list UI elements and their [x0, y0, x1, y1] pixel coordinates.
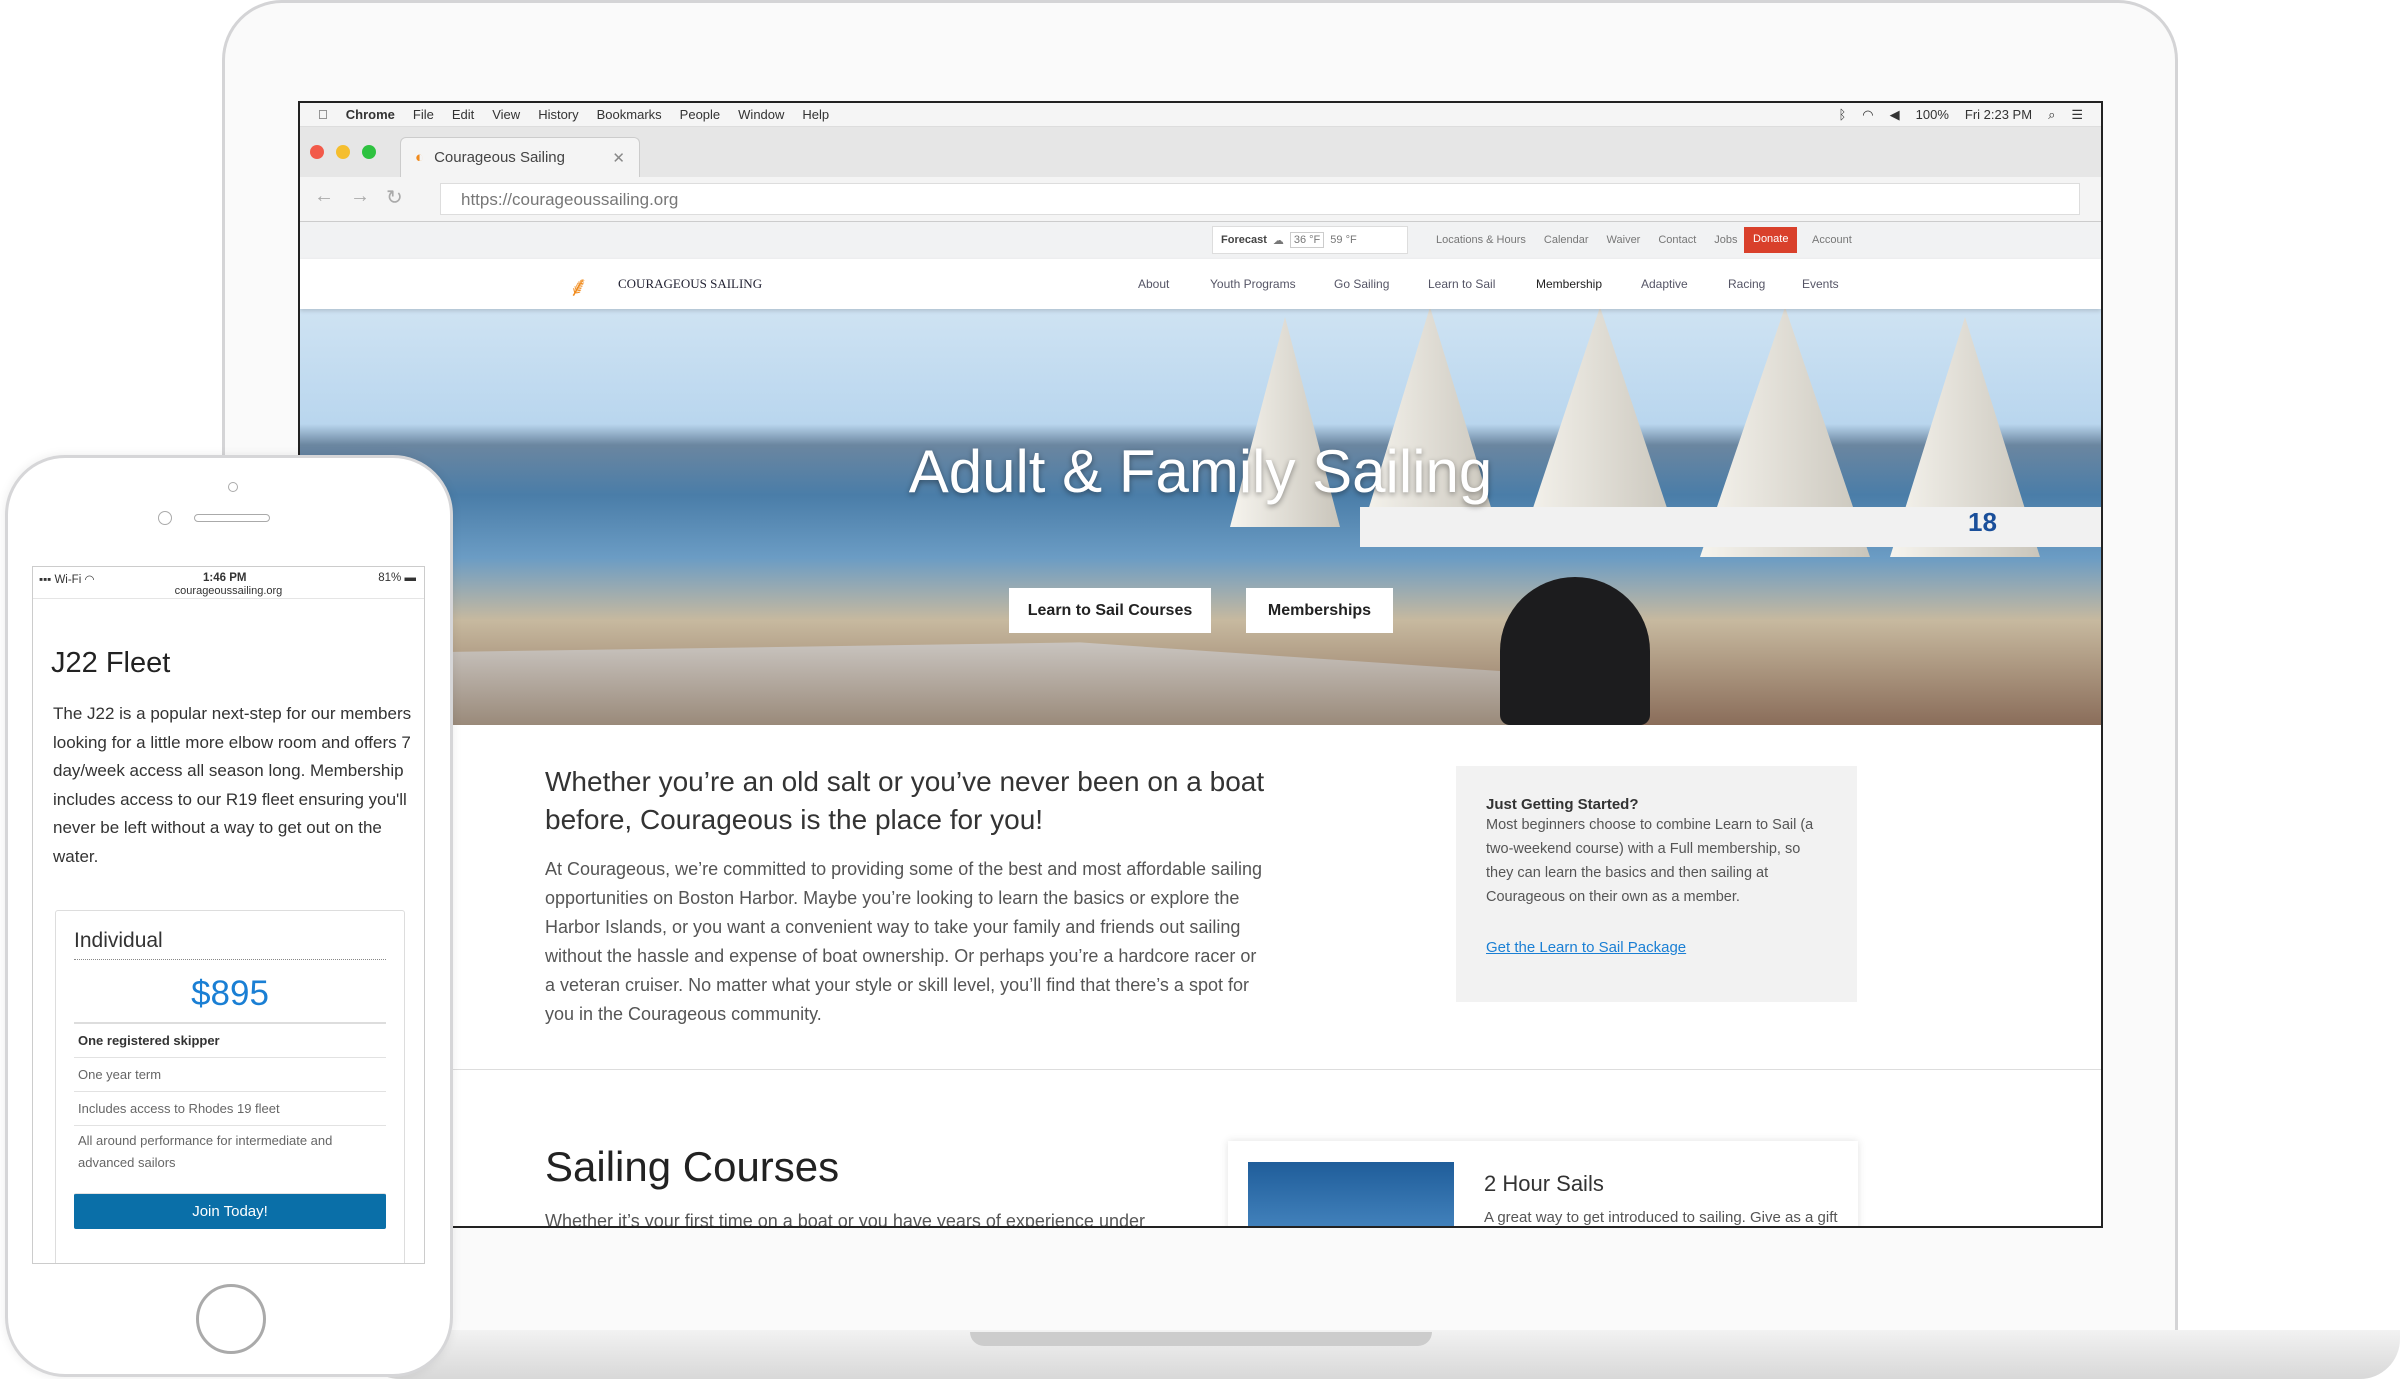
- favicon-icon: ◐: [415, 149, 425, 166]
- link-contact[interactable]: Contact: [1658, 234, 1696, 246]
- menu-help[interactable]: Help: [802, 107, 829, 122]
- hero-banner: 18 Adult & Family Sailing Learn to Sail …: [300, 307, 2101, 725]
- sailing-courses-body: Whether it’s your first time on a boat o…: [545, 1211, 1145, 1228]
- menu-view[interactable]: View: [492, 107, 520, 122]
- phone-status-bar: ▪▪▪ Wi-Fi ◠ 1:46 PM 81% ▬ courageoussail…: [33, 567, 424, 599]
- getting-started-title: Just Getting Started?: [1486, 796, 1639, 813]
- main-nav: ⸙ COURAGEOUS SAILING About Youth Program…: [300, 259, 2101, 309]
- utility-bar: Forecast ☁ 36 °F 59 °F Locations & Hours…: [300, 222, 2101, 259]
- nav-youth-programs[interactable]: Youth Programs: [1210, 277, 1296, 291]
- link-waiver[interactable]: Waiver: [1607, 234, 1641, 246]
- getting-started-box: Just Getting Started? Most beginners cho…: [1456, 766, 1857, 1002]
- menu-app[interactable]: Chrome: [346, 107, 395, 122]
- sailing-courses-heading: Sailing Courses: [545, 1143, 840, 1190]
- logo-text[interactable]: COURAGEOUS SAILING: [618, 276, 762, 292]
- phone-battery: 81% ▬: [378, 572, 416, 584]
- intro-body: At Courageous, we’re committed to provid…: [545, 859, 1263, 1024]
- outboard-motor-image: [1500, 577, 1650, 725]
- home-button[interactable]: [196, 1284, 266, 1354]
- feature-item: One year term: [74, 1057, 386, 1091]
- volume-icon[interactable]: ◀: [1890, 107, 1900, 123]
- mac-menubar:  Chrome File Edit View History Bookmark…: [300, 103, 2101, 127]
- phone-speaker: [194, 514, 270, 522]
- j22-fleet-title: J22 Fleet: [51, 647, 171, 679]
- account-link[interactable]: Account: [1812, 234, 1852, 246]
- minimize-window-button[interactable]: [336, 145, 350, 159]
- tab-bar: ◐ Courageous Sailing ✕: [300, 127, 2101, 177]
- back-icon[interactable]: ←: [314, 185, 334, 208]
- battery-text: 100%: [1915, 106, 1949, 122]
- motorboat-image: [300, 642, 1600, 725]
- menu-bookmarks[interactable]: Bookmarks: [597, 107, 662, 122]
- logo-icon: ⸙: [568, 271, 590, 302]
- forecast-widget[interactable]: Forecast ☁ 36 °F 59 °F: [1212, 226, 1408, 254]
- search-icon[interactable]: ⌕: [2048, 107, 2055, 123]
- forward-icon[interactable]: →: [350, 185, 370, 208]
- bluetooth-icon[interactable]: ᛒ: [1838, 107, 1846, 123]
- close-window-button[interactable]: [310, 145, 324, 159]
- link-locations[interactable]: Locations & Hours: [1436, 234, 1526, 246]
- forecast-label: Forecast: [1221, 234, 1267, 246]
- address-row: ← → ↻ https://courageoussailing.org: [300, 177, 2101, 222]
- course-card-body: A great way to get introduced to sailing…: [1484, 1209, 1838, 1226]
- feature-item: All around performance for intermediate …: [74, 1125, 386, 1183]
- nav-adaptive[interactable]: Adaptive: [1641, 277, 1688, 291]
- reload-icon[interactable]: ↻: [386, 185, 403, 210]
- nav-about[interactable]: About: [1138, 277, 1169, 291]
- close-tab-icon[interactable]: ✕: [612, 149, 625, 167]
- nav-go-sailing[interactable]: Go Sailing: [1334, 277, 1389, 291]
- phone-screen: ▪▪▪ Wi-Fi ◠ 1:46 PM 81% ▬ courageoussail…: [32, 566, 425, 1264]
- rain-cloud-icon: ☁: [1272, 234, 1284, 247]
- tab-title: Courageous Sailing: [434, 149, 565, 166]
- hero-title: Adult & Family Sailing: [908, 438, 1493, 505]
- phone-url[interactable]: courageoussailing.org: [33, 585, 424, 597]
- link-jobs[interactable]: Jobs: [1714, 234, 1737, 246]
- link-calendar[interactable]: Calendar: [1544, 234, 1589, 246]
- laptop-notch: [970, 1332, 1432, 1346]
- learn-to-sail-package-link[interactable]: Get the Learn to Sail Package: [1486, 939, 1686, 956]
- temp-high: 59 °F: [1330, 234, 1357, 246]
- course-card-title: 2 Hour Sails: [1484, 1171, 1604, 1196]
- maximize-window-button[interactable]: [362, 145, 376, 159]
- url-input[interactable]: https://courageoussailing.org: [440, 183, 2080, 215]
- menu-people[interactable]: People: [680, 107, 720, 122]
- signal-icon: ▪▪▪ Wi-Fi ◠: [39, 574, 95, 586]
- boat-number: 18: [1968, 507, 1997, 537]
- clock[interactable]: Fri 2:23 PM: [1965, 107, 2032, 123]
- nav-learn-to-sail[interactable]: Learn to Sail: [1428, 277, 1495, 291]
- apple-icon[interactable]: : [318, 107, 328, 122]
- laptop-screen:  Chrome File Edit View History Bookmark…: [298, 101, 2103, 1228]
- list-icon[interactable]: ☰: [2071, 107, 2083, 123]
- phone-time: 1:46 PM: [203, 572, 247, 584]
- j22-fleet-body: The J22 is a popular next-step for our m…: [53, 704, 412, 866]
- nav-membership[interactable]: Membership: [1536, 277, 1602, 291]
- nav-events[interactable]: Events: [1802, 277, 1839, 291]
- pricing-card: Individual $895 One registered skipper O…: [55, 910, 405, 1263]
- course-card[interactable]: 2 Hour Sails A great way to get introduc…: [1228, 1141, 1858, 1226]
- menu-history[interactable]: History: [538, 107, 578, 122]
- plan-price: $895: [74, 960, 386, 1024]
- getting-started-body: Most beginners choose to combine Learn t…: [1486, 817, 1814, 905]
- feature-item: One registered skipper: [78, 1033, 220, 1048]
- menu-window[interactable]: Window: [738, 107, 784, 122]
- menu-edit[interactable]: Edit: [452, 107, 474, 122]
- menu-file[interactable]: File: [413, 107, 434, 122]
- tab-courageous-sailing[interactable]: ◐ Courageous Sailing ✕: [400, 137, 640, 177]
- memberships-button[interactable]: Memberships: [1246, 588, 1393, 633]
- learn-to-sail-courses-button[interactable]: Learn to Sail Courses: [1009, 588, 1211, 633]
- join-today-button[interactable]: Join Today!: [74, 1193, 386, 1229]
- donate-button[interactable]: Donate: [1744, 227, 1798, 253]
- phone-sensor: [158, 511, 172, 525]
- section-divider: [300, 1069, 2101, 1070]
- wifi-icon[interactable]: ◠: [1862, 107, 1873, 123]
- phone-camera: [228, 482, 238, 492]
- plan-name: Individual: [74, 911, 386, 960]
- temp-low: 36 °F: [1289, 232, 1325, 248]
- course-card-image: [1248, 1162, 1454, 1226]
- nav-racing[interactable]: Racing: [1728, 277, 1765, 291]
- intro-heading: Whether you’re an old salt or you’ve nev…: [545, 766, 1265, 835]
- feature-item: Includes access to Rhodes 19 fleet: [74, 1091, 386, 1125]
